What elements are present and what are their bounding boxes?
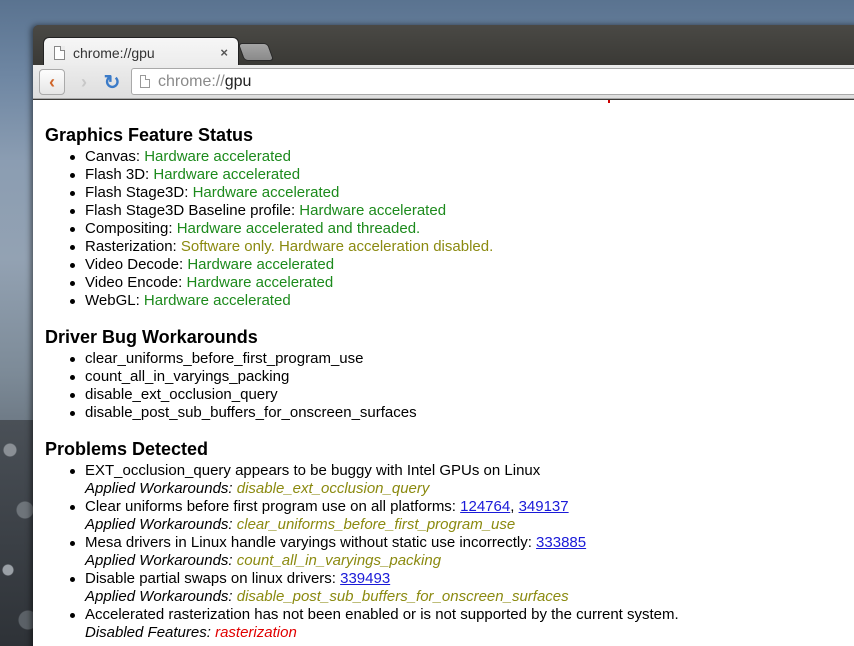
reload-icon: ↻ <box>103 71 121 94</box>
tab-title: chrome://gpu <box>73 44 155 61</box>
feature-value: Hardware accelerated <box>187 256 335 273</box>
feature-value: Hardware accelerated <box>192 184 340 201</box>
page-icon <box>140 75 150 88</box>
workaround-value: disable_ext_occlusion_query <box>236 480 430 497</box>
workaround-value: count_all_in_varyings_packing <box>236 552 442 569</box>
section-title-feature-status: Graphics Feature Status <box>45 125 254 145</box>
feature-value: Hardware accelerated <box>144 148 291 165</box>
problem-text: Clear uniforms before first program use … <box>85 498 461 515</box>
list-item: Flash 3D: Hardware accelerated <box>67 166 854 184</box>
list-item: count_all_in_varyings_packing <box>67 368 854 386</box>
separator: , <box>510 498 519 515</box>
back-button[interactable]: ‹ <box>39 69 65 95</box>
feature-label: Flash Stage3D Baseline profile: <box>85 202 300 219</box>
applied-label: Applied Workarounds: <box>85 516 237 533</box>
feature-value: Software only. Hardware acceleration dis… <box>180 238 494 255</box>
section-title-workarounds: Driver Bug Workarounds <box>45 327 258 347</box>
list-item: disable_post_sub_buffers_for_onscreen_su… <box>67 404 854 422</box>
applied-workarounds: Applied Workarounds: count_all_in_varyin… <box>85 552 854 570</box>
bug-link[interactable]: 349137 <box>519 498 569 515</box>
feature-label: WebGL: <box>85 292 144 309</box>
page-icon <box>54 45 65 60</box>
feature-label: Flash Stage3D: <box>85 184 193 201</box>
tab-strip: chrome://gpu × <box>33 25 854 67</box>
toolbar: ‹ › ↻ chrome://gpu <box>33 65 854 99</box>
feature-label: Video Decode: <box>85 256 188 273</box>
feature-value: Hardware accelerated <box>186 274 334 291</box>
list-item: Mesa drivers in Linux handle varyings wi… <box>67 534 854 570</box>
address-bar[interactable]: chrome://gpu <box>131 68 854 95</box>
problems-list: EXT_occlusion_query appears to be buggy … <box>45 462 854 642</box>
red-mark <box>608 100 610 103</box>
tab-gpu[interactable]: chrome://gpu × <box>43 37 239 67</box>
reload-button[interactable]: ↻ <box>99 69 125 95</box>
bug-link[interactable]: 124764 <box>460 498 510 515</box>
list-item: Video Decode: Hardware accelerated <box>67 256 854 274</box>
url-host: gpu <box>224 72 252 90</box>
list-item: EXT_occlusion_query appears to be buggy … <box>67 462 854 498</box>
feature-label: Flash 3D: <box>85 166 154 183</box>
applied-label: Applied Workarounds: <box>85 480 237 497</box>
feature-value: Hardware accelerated and threaded. <box>176 220 421 237</box>
list-item: Rasterization: Software only. Hardware a… <box>67 238 854 256</box>
list-item: WebGL: Hardware accelerated <box>67 292 854 310</box>
browser-window: chrome://gpu × ‹ › ↻ chrome://gpu Graphi… <box>33 25 854 646</box>
list-item: Flash Stage3D Baseline profile: Hardware… <box>67 202 854 220</box>
problem-text: Accelerated rasterization has not been e… <box>85 606 679 623</box>
applied-workarounds: Applied Workarounds: disable_post_sub_bu… <box>85 588 854 606</box>
forward-arrow-icon: › <box>81 71 87 92</box>
list-item: Canvas: Hardware accelerated <box>67 148 854 166</box>
feature-value: Hardware accelerated <box>299 202 447 219</box>
list-item: Clear uniforms before first program use … <box>67 498 854 534</box>
section-title-problems: Problems Detected <box>45 439 209 459</box>
feature-label: Rasterization: <box>85 238 181 255</box>
new-tab-button[interactable] <box>237 43 275 61</box>
list-item: Compositing: Hardware accelerated and th… <box>67 220 854 238</box>
workaround-value: disable_post_sub_buffers_for_onscreen_su… <box>236 588 569 605</box>
applied-workarounds: Applied Workarounds: clear_uniforms_befo… <box>85 516 854 534</box>
list-item: Flash Stage3D: Hardware accelerated <box>67 184 854 202</box>
feature-label: Video Encode: <box>85 274 187 291</box>
page-content: Graphics Feature Status Canvas: Hardware… <box>33 100 854 646</box>
workaround-value: clear_uniforms_before_first_program_use <box>236 516 516 533</box>
problem-text: EXT_occlusion_query appears to be buggy … <box>85 462 541 479</box>
disabled-label: Disabled Features: <box>85 624 216 641</box>
list-item: Disable partial swaps on linux drivers: … <box>67 570 854 606</box>
applied-label: Applied Workarounds: <box>85 552 237 569</box>
applied-label: Applied Workarounds: <box>85 588 237 605</box>
problem-text: Mesa drivers in Linux handle varyings wi… <box>85 534 537 551</box>
back-arrow-icon: ‹ <box>49 71 55 92</box>
disabled-features: Disabled Features: rasterization <box>85 624 854 642</box>
feature-status-list: Canvas: Hardware accelerated Flash 3D: H… <box>45 148 854 310</box>
bug-link[interactable]: 333885 <box>536 534 586 551</box>
applied-workarounds: Applied Workarounds: disable_ext_occlusi… <box>85 480 854 498</box>
feature-label: Compositing: <box>85 220 177 237</box>
bug-link[interactable]: 339493 <box>340 570 390 587</box>
problem-text: Disable partial swaps on linux drivers: <box>85 570 341 587</box>
list-item: Video Encode: Hardware accelerated <box>67 274 854 292</box>
close-icon[interactable]: × <box>220 45 228 60</box>
feature-label: Canvas: <box>85 148 145 165</box>
feature-value: Hardware accelerated <box>143 292 291 309</box>
url-scheme: chrome:// <box>158 72 225 90</box>
workarounds-list: clear_uniforms_before_first_program_use … <box>45 350 854 422</box>
list-item: clear_uniforms_before_first_program_use <box>67 350 854 368</box>
list-item: disable_ext_occlusion_query <box>67 386 854 404</box>
forward-button[interactable]: › <box>71 69 97 95</box>
list-item: Accelerated rasterization has not been e… <box>67 606 854 642</box>
feature-value: Hardware accelerated <box>153 166 301 183</box>
disabled-value: rasterization <box>215 624 297 641</box>
